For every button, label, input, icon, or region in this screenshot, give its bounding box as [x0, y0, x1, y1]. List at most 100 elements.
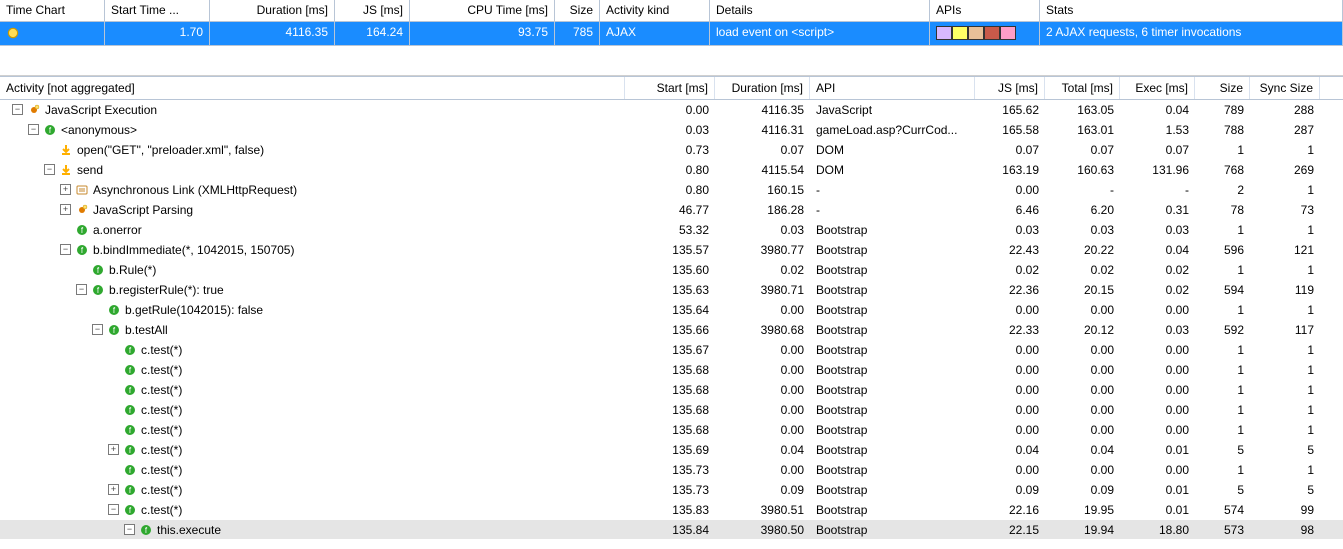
tree-row[interactable]: open("GET", "preloader.xml", false)0.730…: [0, 140, 1343, 160]
activity-cell[interactable]: −fb.testAll: [0, 321, 625, 339]
hdr-dur[interactable]: Duration [ms]: [715, 77, 810, 99]
col-cpu[interactable]: CPU Time [ms] 93.75: [410, 0, 555, 45]
col-time-chart[interactable]: Time Chart: [0, 0, 105, 45]
tree-row[interactable]: −send0.804115.54DOM163.19160.63131.96768…: [0, 160, 1343, 180]
hdr-api[interactable]: API: [810, 77, 975, 99]
col-size[interactable]: Size 785: [555, 0, 600, 45]
tree-row[interactable]: −fb.registerRule(*): true135.633980.71Bo…: [0, 280, 1343, 300]
activity-cell[interactable]: fc.test(*): [0, 421, 625, 439]
activity-cell[interactable]: −send: [0, 161, 625, 179]
tree-row[interactable]: fb.getRule(1042015): false135.640.00Boot…: [0, 300, 1343, 320]
activity-cell[interactable]: +fc.test(*): [0, 441, 625, 459]
cell-dur: 0.00: [715, 361, 810, 379]
activity-cell[interactable]: −JavaScript Execution: [0, 101, 625, 119]
cell-exec: -: [1120, 181, 1195, 199]
collapse-icon[interactable]: −: [124, 524, 135, 535]
collapse-icon[interactable]: −: [108, 504, 119, 515]
hdr-js-col[interactable]: JS [ms]: [975, 77, 1045, 99]
cell-sync: 119: [1250, 281, 1320, 299]
expand-icon[interactable]: +: [108, 484, 119, 495]
hdr-sync[interactable]: Sync Size: [1250, 77, 1320, 99]
tree-row[interactable]: +Asynchronous Link (XMLHttpRequest)0.801…: [0, 180, 1343, 200]
hdr-time-chart[interactable]: Time Chart: [0, 0, 104, 22]
activity-cell[interactable]: −fc.test(*): [0, 501, 625, 519]
activity-cell[interactable]: +Asynchronous Link (XMLHttpRequest): [0, 181, 625, 199]
tree-row[interactable]: −f<anonymous>0.034116.31gameLoad.asp?Cur…: [0, 120, 1343, 140]
tree-row[interactable]: −fb.bindImmediate(*, 1042015, 150705)135…: [0, 240, 1343, 260]
col-details[interactable]: Details load event on <script>: [710, 0, 930, 45]
hdr-activity[interactable]: Activity [not aggregated]: [0, 77, 625, 99]
tree-row[interactable]: fc.test(*)135.670.00Bootstrap0.000.000.0…: [0, 340, 1343, 360]
hdr-exec[interactable]: Exec [ms]: [1120, 77, 1195, 99]
col-apis[interactable]: APIs: [930, 0, 1040, 45]
expand-icon[interactable]: +: [60, 204, 71, 215]
hdr-size-col[interactable]: Size: [1195, 77, 1250, 99]
tree-row[interactable]: −fc.test(*)135.833980.51Bootstrap22.1619…: [0, 500, 1343, 520]
activity-cell[interactable]: fc.test(*): [0, 401, 625, 419]
hdr-js[interactable]: JS [ms]: [335, 0, 409, 22]
tree-row[interactable]: +JavaScript Parsing46.77186.28-6.466.200…: [0, 200, 1343, 220]
collapse-icon[interactable]: −: [76, 284, 87, 295]
collapse-icon[interactable]: −: [12, 104, 23, 115]
col-duration[interactable]: Duration [ms] 4116.35: [210, 0, 335, 45]
activity-cell[interactable]: fc.test(*): [0, 341, 625, 359]
activity-cell[interactable]: fc.test(*): [0, 461, 625, 479]
arrow-icon: [59, 144, 73, 156]
hdr-activity-kind[interactable]: Activity kind: [600, 0, 709, 22]
toggle-spacer: [108, 344, 119, 355]
col-activity-kind[interactable]: Activity kind AJAX: [600, 0, 710, 45]
tree-row[interactable]: fc.test(*)135.680.00Bootstrap0.000.000.0…: [0, 420, 1343, 440]
tree-row[interactable]: fb.Rule(*)135.600.02Bootstrap0.020.020.0…: [0, 260, 1343, 280]
toggle-spacer: [108, 364, 119, 375]
activity-cell[interactable]: +JavaScript Parsing: [0, 201, 625, 219]
tree-row[interactable]: −fb.testAll135.663980.68Bootstrap22.3320…: [0, 320, 1343, 340]
col-start-time[interactable]: Start Time ... 1.70: [105, 0, 210, 45]
col-js[interactable]: JS [ms] 164.24: [335, 0, 410, 45]
tree-row[interactable]: +fc.test(*)135.690.04Bootstrap0.040.040.…: [0, 440, 1343, 460]
expand-icon[interactable]: +: [108, 444, 119, 455]
tree-row[interactable]: fc.test(*)135.680.00Bootstrap0.000.000.0…: [0, 380, 1343, 400]
col-stats[interactable]: Stats 2 AJAX requests, 6 timer invocatio…: [1040, 0, 1343, 45]
activity-cell[interactable]: −fb.bindImmediate(*, 1042015, 150705): [0, 241, 625, 259]
activity-cell[interactable]: fc.test(*): [0, 361, 625, 379]
activity-cell[interactable]: −fthis.execute: [0, 521, 625, 539]
tree-row[interactable]: fa.onerror53.320.03Bootstrap0.030.030.03…: [0, 220, 1343, 240]
hdr-start-time[interactable]: Start Time ...: [105, 0, 209, 22]
tree-row[interactable]: fc.test(*)135.730.00Bootstrap0.000.000.0…: [0, 460, 1343, 480]
collapse-icon[interactable]: −: [92, 324, 103, 335]
cell-sync: 1: [1250, 341, 1320, 359]
activity-label: c.test(*): [141, 443, 182, 457]
collapse-icon[interactable]: −: [44, 164, 55, 175]
cell-start: 135.69: [625, 441, 715, 459]
hdr-start[interactable]: Start [ms]: [625, 77, 715, 99]
collapse-icon[interactable]: −: [60, 244, 71, 255]
activity-cell[interactable]: −f<anonymous>: [0, 121, 625, 139]
activity-cell[interactable]: −fb.registerRule(*): true: [0, 281, 625, 299]
cell-size: 5: [1195, 481, 1250, 499]
cell-sync: 1: [1250, 461, 1320, 479]
tree-row[interactable]: +fc.test(*)135.730.09Bootstrap0.090.090.…: [0, 480, 1343, 500]
hdr-stats[interactable]: Stats: [1040, 0, 1342, 22]
hdr-total[interactable]: Total [ms]: [1045, 77, 1120, 99]
activity-cell[interactable]: open("GET", "preloader.xml", false): [0, 141, 625, 159]
hdr-cpu[interactable]: CPU Time [ms]: [410, 0, 554, 22]
hdr-duration[interactable]: Duration [ms]: [210, 0, 334, 22]
activity-cell[interactable]: fa.onerror: [0, 221, 625, 239]
activity-label: b.Rule(*): [109, 263, 156, 277]
cell-total: 0.07: [1045, 141, 1120, 159]
activity-label: c.test(*): [141, 403, 182, 417]
activity-cell[interactable]: fb.getRule(1042015): false: [0, 301, 625, 319]
activity-cell[interactable]: fb.Rule(*): [0, 261, 625, 279]
hdr-apis[interactable]: APIs: [930, 0, 1039, 22]
activity-cell[interactable]: fc.test(*): [0, 381, 625, 399]
tree-row[interactable]: −fthis.execute135.843980.50Bootstrap22.1…: [0, 520, 1343, 540]
activity-cell[interactable]: +fc.test(*): [0, 481, 625, 499]
hdr-size[interactable]: Size: [555, 0, 599, 22]
expand-icon[interactable]: +: [60, 184, 71, 195]
collapse-icon[interactable]: −: [28, 124, 39, 135]
cell-dur: 4116.35: [715, 101, 810, 119]
hdr-details[interactable]: Details: [710, 0, 929, 22]
tree-row[interactable]: fc.test(*)135.680.00Bootstrap0.000.000.0…: [0, 400, 1343, 420]
tree-row[interactable]: fc.test(*)135.680.00Bootstrap0.000.000.0…: [0, 360, 1343, 380]
tree-row[interactable]: −JavaScript Execution0.004116.35JavaScri…: [0, 100, 1343, 120]
